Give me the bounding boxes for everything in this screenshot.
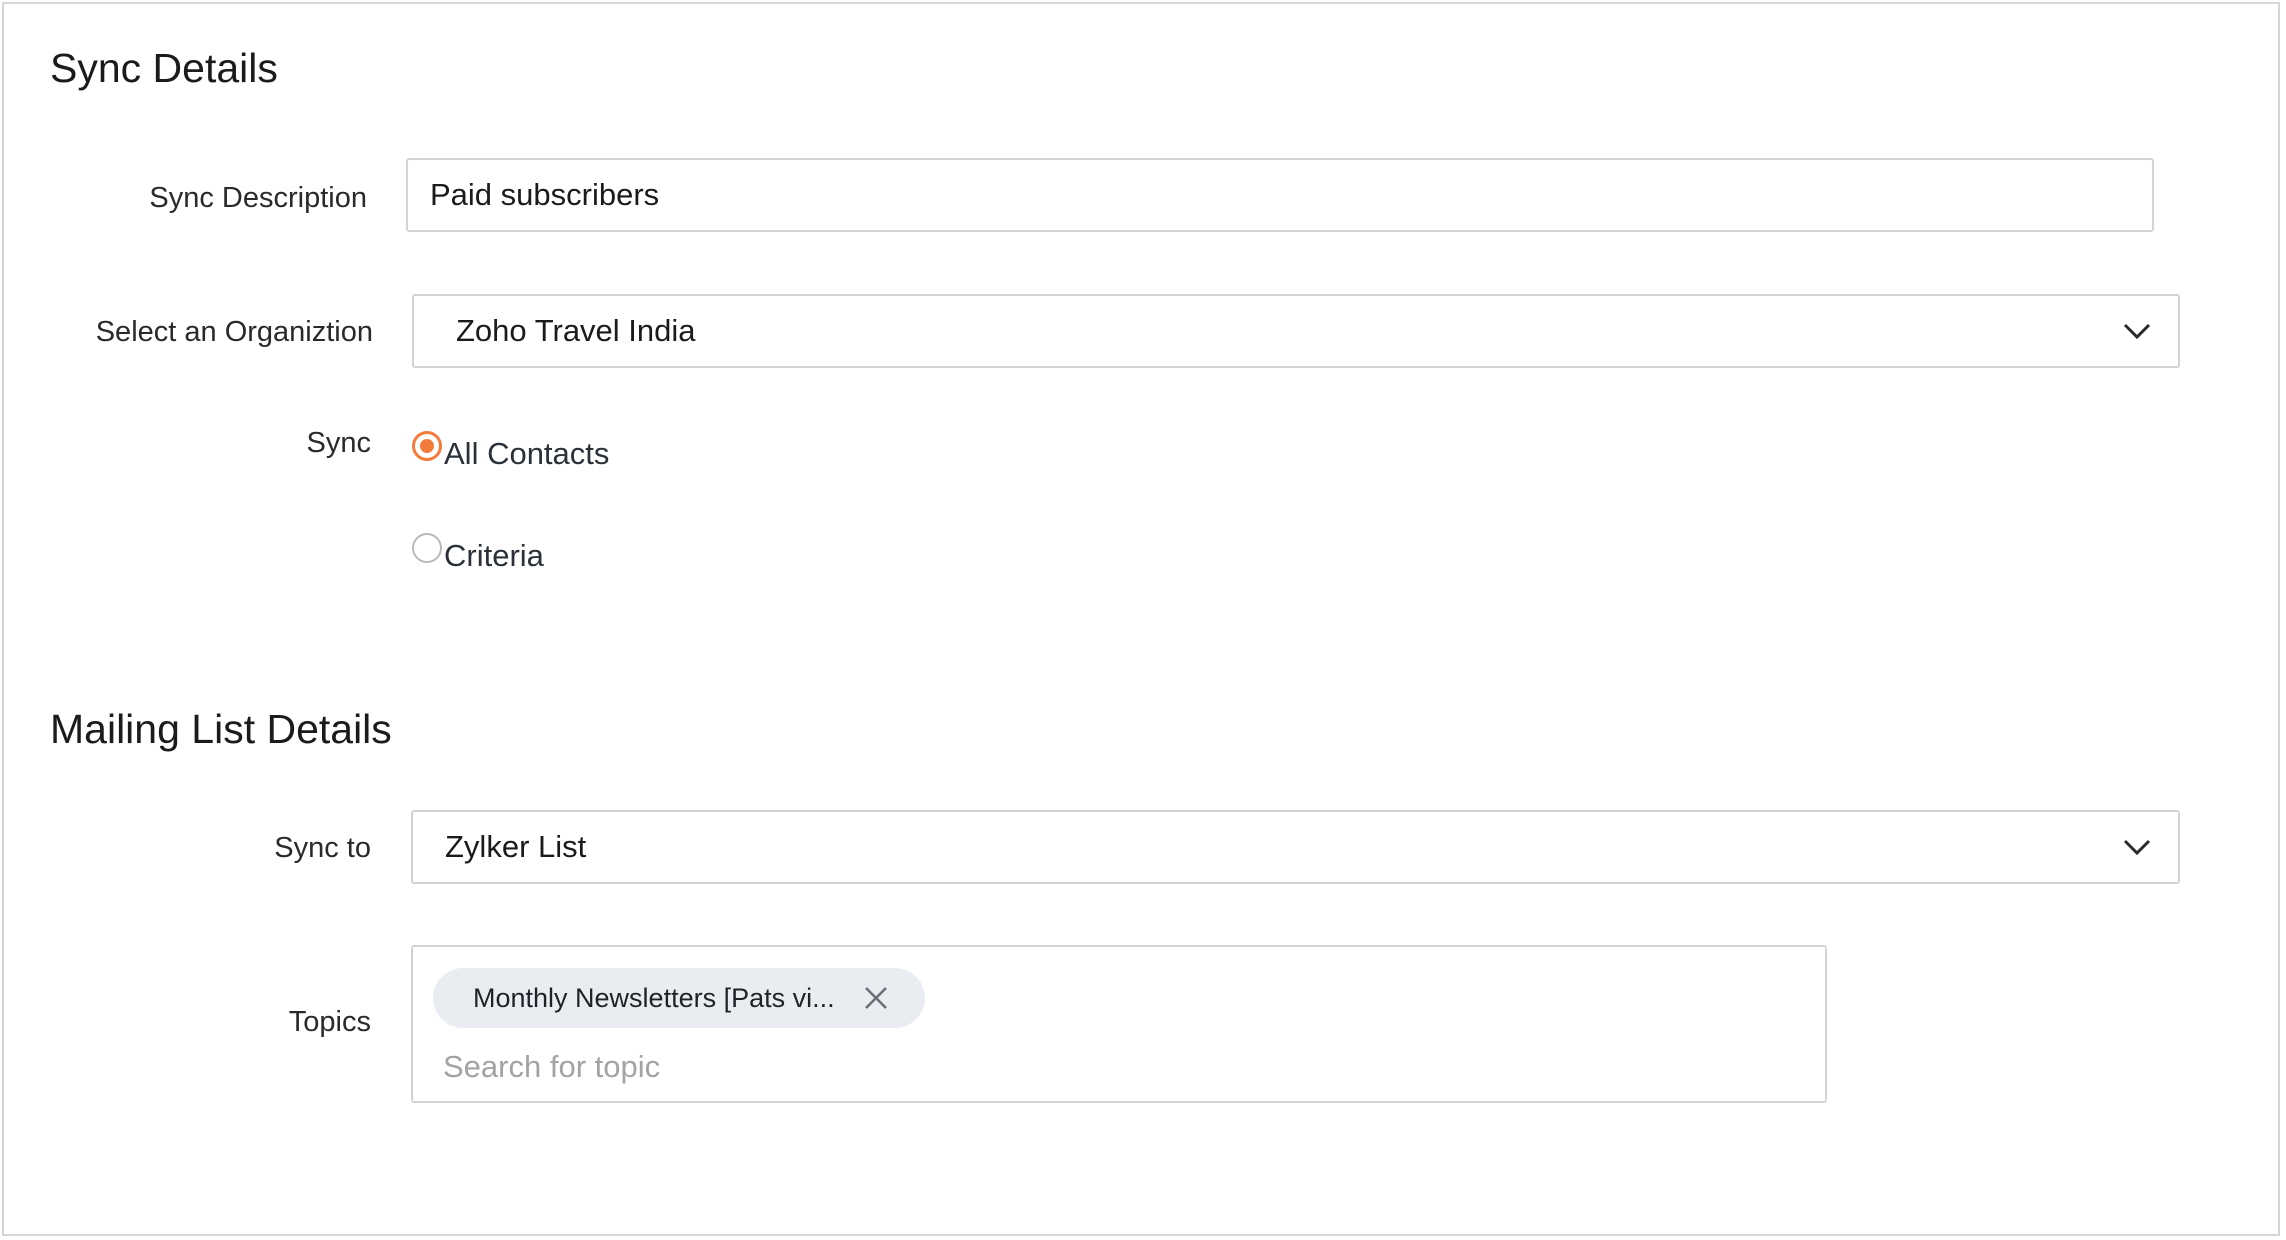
sync-to-label: Sync to: [274, 832, 371, 864]
sync-description-label: Sync Description: [149, 182, 367, 214]
radio-criteria[interactable]: [412, 533, 442, 563]
chevron-down-icon: [2123, 839, 2151, 856]
sync-description-input[interactable]: Paid subscribers: [406, 158, 2154, 232]
sync-details-heading: Sync Details: [50, 45, 278, 91]
sync-to-select-value: Zylker List: [445, 829, 587, 864]
radio-all-contacts-label: All Contacts: [444, 436, 610, 471]
sync-to-select[interactable]: Zylker List: [411, 810, 2180, 884]
radio-all-contacts[interactable]: [412, 431, 442, 461]
mailing-list-details-heading: Mailing List Details: [50, 706, 392, 752]
organization-select[interactable]: Zoho Travel India: [412, 294, 2180, 368]
topic-search-input[interactable]: [443, 1045, 1343, 1089]
sync-option-criteria[interactable]: Criteria: [412, 530, 544, 573]
radio-criteria-label: Criteria: [444, 538, 544, 573]
sync-option-all-contacts[interactable]: All Contacts: [412, 428, 609, 471]
topics-label: Topics: [288, 1006, 371, 1038]
organization-label: Select an Organiztion: [95, 316, 373, 348]
close-icon[interactable]: [863, 985, 889, 1011]
sync-label: Sync: [306, 427, 371, 459]
topic-chip-label: Monthly Newsletters [Pats vi...: [473, 982, 835, 1013]
form-panel: Sync Details Sync Description Paid subsc…: [2, 2, 2280, 1236]
topic-chip: Monthly Newsletters [Pats vi...: [433, 968, 925, 1028]
organization-select-value: Zoho Travel India: [456, 313, 696, 348]
topics-field[interactable]: Monthly Newsletters [Pats vi...: [411, 945, 1827, 1103]
chevron-down-icon: [2123, 323, 2151, 340]
